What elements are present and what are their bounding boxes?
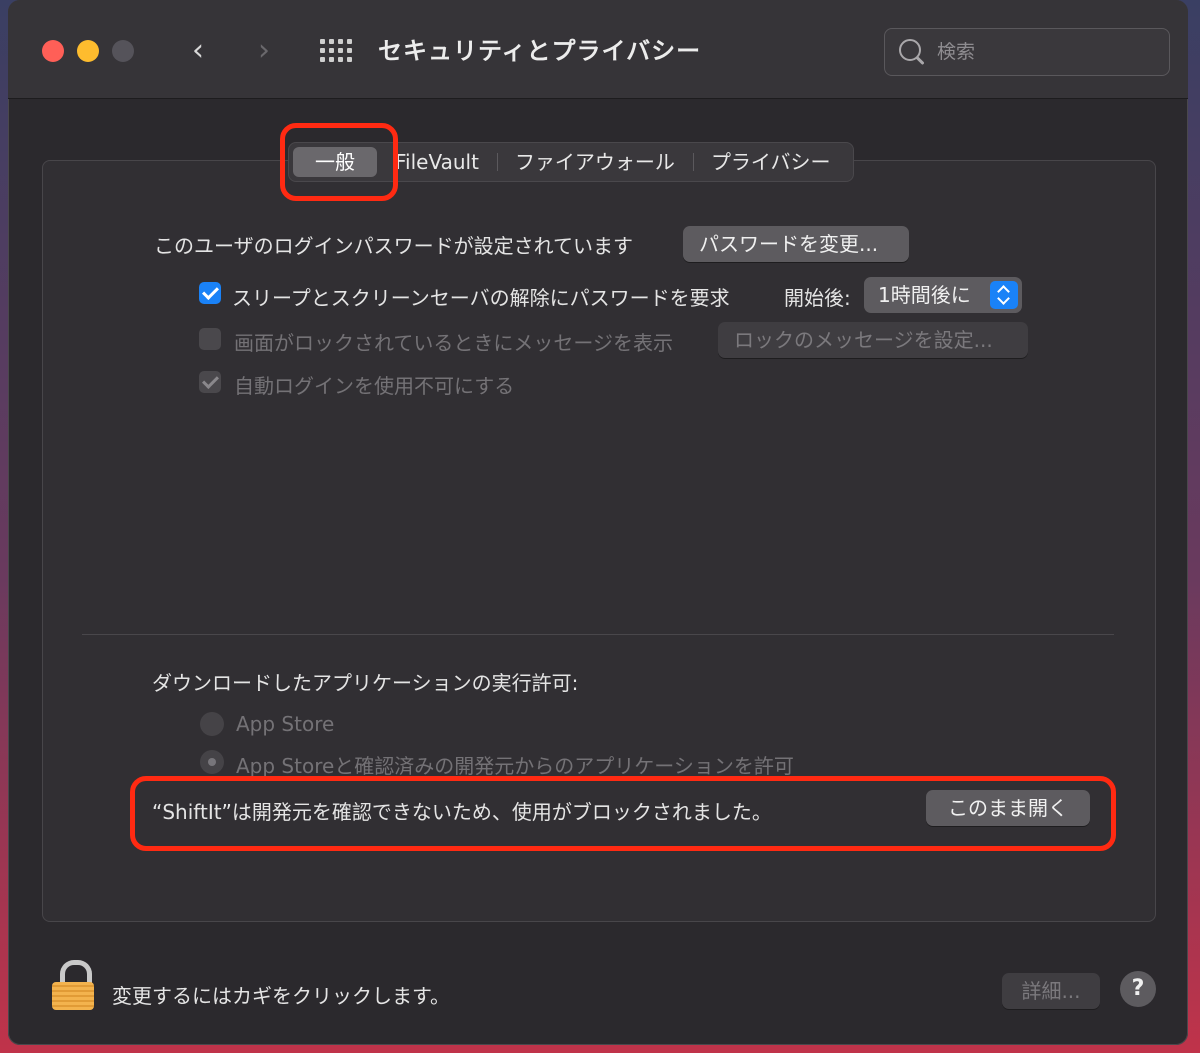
after-label: 開始後: [784,286,851,310]
highlight-blocked-message [130,776,1116,851]
search-icon [899,39,921,61]
show-message-checkbox[interactable] [199,328,221,350]
set-lock-message-button[interactable]: ロックのメッセージを設定... [718,322,1028,358]
help-button[interactable]: ? [1120,971,1156,1007]
change-password-button[interactable]: パスワードを変更... [683,226,909,262]
section-divider [82,634,1114,635]
popup-arrows-icon [990,281,1018,309]
highlight-general-tab [280,123,398,201]
chevron-right-icon[interactable]: › [246,32,282,70]
show-all-grid-icon[interactable] [320,39,352,63]
search-input[interactable] [935,37,1159,67]
title-bar: ‹ › セキュリティとプライバシー [8,0,1188,99]
password-set-label: このユーザのログインパスワードが設定されています [154,234,633,258]
radio-app-store-identified[interactable] [200,750,224,774]
minimize-window-button[interactable] [77,40,99,62]
lock-hint-text: 変更するにはカギをクリックします。 [112,984,450,1008]
disable-auto-login-label: 自動ログインを使用不可にする [234,374,515,398]
radio-app-store-label: App Store [236,712,335,736]
chevron-left-icon[interactable]: ‹ [180,32,216,70]
disable-auto-login-checkbox[interactable] [199,371,221,393]
radio-app-store[interactable] [200,712,224,736]
require-password-checkbox[interactable] [199,282,221,304]
require-password-delay-select[interactable]: 1時間後に [864,277,1022,313]
tab-firewall[interactable]: ファイアウォール [496,147,693,177]
advanced-button[interactable]: 詳細... [1002,973,1100,1009]
tab-privacy[interactable]: プライバシー [692,147,849,177]
require-password-label: スリープとスクリーンセーバの解除にパスワードを要求 [232,286,730,310]
search-field[interactable] [884,28,1170,76]
lock-icon[interactable] [52,960,94,1010]
downloads-heading: ダウンロードしたアプリケーションの実行許可: [152,671,579,695]
close-window-button[interactable] [42,40,64,62]
zoom-window-button[interactable] [112,40,134,62]
radio-app-store-identified-label: App Storeと確認済みの開発元からのアプリケーションを許可 [236,754,794,778]
show-message-label: 画面がロックされているときにメッセージを表示 [234,331,673,355]
delay-value: 1時間後に [878,283,971,307]
window-title: セキュリティとプライバシー [378,37,702,65]
